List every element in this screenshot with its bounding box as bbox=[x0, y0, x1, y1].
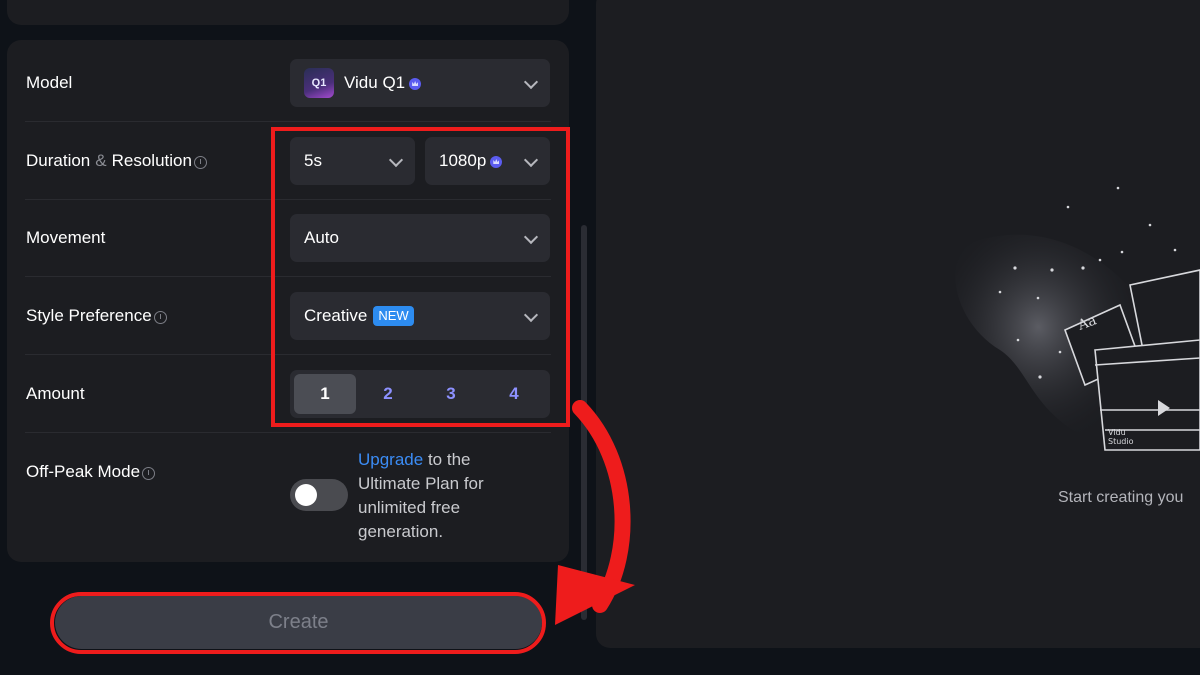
info-icon[interactable] bbox=[142, 466, 156, 480]
off-peak-label: Off-Peak Mode bbox=[26, 433, 156, 511]
off-peak-toggle[interactable] bbox=[290, 479, 348, 511]
preview-empty-text: Start creating you bbox=[1058, 489, 1184, 506]
art-caption-line1: Vidu bbox=[1108, 428, 1126, 437]
annotation-arrow-icon bbox=[555, 400, 635, 625]
model-row: Model Q1 Vidu Q1 bbox=[7, 44, 569, 122]
art-caption-line2: Studio bbox=[1108, 437, 1134, 446]
info-icon[interactable] bbox=[153, 310, 167, 324]
upgrade-link[interactable]: Upgrade bbox=[358, 450, 423, 469]
model-thumbnail: Q1 bbox=[304, 68, 334, 98]
off-peak-label-text: Off-Peak Mode bbox=[26, 462, 141, 481]
style-preference-label-text: Style Preference bbox=[26, 306, 152, 325]
chevron-down-icon bbox=[523, 74, 539, 90]
duration-resolution-label: Duration & Resolution bbox=[26, 122, 207, 200]
upgrade-message: Upgrade to the Ultimate Plan for unlimit… bbox=[358, 448, 518, 544]
resolution-label-text: Resolution bbox=[111, 151, 192, 170]
app-stage: Model Q1 Vidu Q1 Duration & Resolution 5… bbox=[0, 0, 1200, 675]
empty-state-illustration: Aa Vidu Studio bbox=[955, 186, 1200, 451]
style-preference-label: Style Preference bbox=[26, 277, 167, 355]
toggle-knob bbox=[295, 484, 317, 506]
duration-label-text: Duration bbox=[26, 151, 91, 170]
model-value: Vidu Q1 bbox=[344, 73, 406, 92]
info-icon[interactable] bbox=[193, 155, 207, 169]
model-label: Model bbox=[26, 73, 73, 92]
ampersand-text: & bbox=[95, 151, 107, 170]
top-panel-card bbox=[7, 0, 569, 25]
premium-crown-icon bbox=[409, 78, 422, 90]
amount-label: Amount bbox=[26, 384, 85, 403]
annotation-highlight-box bbox=[271, 127, 570, 427]
annotation-create-highlight bbox=[50, 592, 546, 654]
movement-label: Movement bbox=[26, 228, 106, 247]
off-peak-row: Off-Peak Mode Upgrade to the Ultimate Pl… bbox=[7, 433, 569, 562]
model-select[interactable]: Q1 Vidu Q1 bbox=[290, 59, 550, 107]
